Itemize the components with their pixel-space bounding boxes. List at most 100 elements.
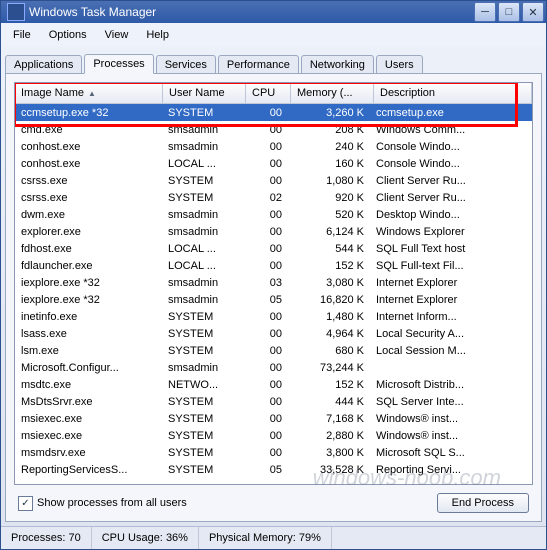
cell-cpu: 00 xyxy=(244,345,288,357)
tab-performance[interactable]: Performance xyxy=(218,55,299,74)
table-row[interactable]: csrss.exeSYSTEM001,080 KClient Server Ru… xyxy=(15,172,532,189)
cell-name: MsDtsSrvr.exe xyxy=(15,396,162,408)
table-row[interactable]: inetinfo.exeSYSTEM001,480 KInternet Info… xyxy=(15,308,532,325)
table-row[interactable]: iexplore.exe *32smsadmin033,080 KInterne… xyxy=(15,274,532,291)
cell-cpu: 00 xyxy=(244,311,288,323)
cell-cpu: 02 xyxy=(244,192,288,204)
cell-cpu: 00 xyxy=(244,141,288,153)
table-row[interactable]: explorer.exesmsadmin006,124 KWindows Exp… xyxy=(15,223,532,240)
cell-mem: 1,480 K xyxy=(288,311,370,323)
tab-services[interactable]: Services xyxy=(156,55,216,74)
table-row[interactable]: fdlauncher.exeLOCAL ...00152 KSQL Full-t… xyxy=(15,257,532,274)
cell-user: smsadmin xyxy=(162,294,244,306)
table-row[interactable]: ccmsetup.exe *32SYSTEM003,260 Kccmsetup.… xyxy=(15,104,532,121)
cell-user: LOCAL ... xyxy=(162,158,244,170)
cell-name: cmd.exe xyxy=(15,124,162,136)
cell-name: Microsoft.Configur... xyxy=(15,362,162,374)
checkbox-label: Show processes from all users xyxy=(37,497,187,509)
maximize-button[interactable]: □ xyxy=(498,2,520,22)
cell-name: iexplore.exe *32 xyxy=(15,277,162,289)
table-row[interactable]: lsass.exeSYSTEM004,964 KLocal Security A… xyxy=(15,325,532,342)
cell-name: msdtc.exe xyxy=(15,379,162,391)
process-list: Image Name▲ User Name CPU Memory (... De… xyxy=(14,82,533,485)
cell-name: fdlauncher.exe xyxy=(15,260,162,272)
table-row[interactable]: fdhost.exeLOCAL ...00544 KSQL Full Text … xyxy=(15,240,532,257)
cell-user: SYSTEM xyxy=(162,447,244,459)
show-all-users-checkbox[interactable]: ✓ Show processes from all users xyxy=(18,496,187,511)
cell-user: smsadmin xyxy=(162,124,244,136)
cell-user: LOCAL ... xyxy=(162,243,244,255)
table-row[interactable]: csrss.exeSYSTEM02920 KClient Server Ru..… xyxy=(15,189,532,206)
cell-cpu: 00 xyxy=(244,379,288,391)
cell-user: LOCAL ... xyxy=(162,260,244,272)
menu-view[interactable]: View xyxy=(97,27,137,43)
task-manager-window: Windows Task Manager ─ □ ✕ File Options … xyxy=(0,0,547,550)
tab-applications[interactable]: Applications xyxy=(5,55,82,74)
close-button[interactable]: ✕ xyxy=(522,2,544,22)
cell-desc: Windows Explorer xyxy=(370,226,532,238)
col-memory[interactable]: Memory (... xyxy=(291,83,374,103)
col-cpu[interactable]: CPU xyxy=(246,83,291,103)
table-row[interactable]: Microsoft.Configur...smsadmin0073,244 K xyxy=(15,359,532,376)
cell-desc: Reporting Servi... xyxy=(370,464,532,476)
menu-options[interactable]: Options xyxy=(41,27,95,43)
cell-user: SYSTEM xyxy=(162,107,244,119)
cell-name: csrss.exe xyxy=(15,175,162,187)
cell-desc: Client Server Ru... xyxy=(370,192,532,204)
table-row[interactable]: MsDtsSrvr.exeSYSTEM00444 KSQL Server Int… xyxy=(15,393,532,410)
cell-cpu: 00 xyxy=(244,413,288,425)
cell-desc: Internet Inform... xyxy=(370,311,532,323)
cell-cpu: 00 xyxy=(244,362,288,374)
col-description[interactable]: Description xyxy=(374,83,532,103)
end-process-button[interactable]: End Process xyxy=(437,493,529,513)
tab-panel: Image Name▲ User Name CPU Memory (... De… xyxy=(5,73,542,522)
cell-user: SYSTEM xyxy=(162,396,244,408)
cell-cpu: 00 xyxy=(244,158,288,170)
cell-cpu: 00 xyxy=(244,243,288,255)
cell-desc: Console Windo... xyxy=(370,141,532,153)
cell-name: msmdsrv.exe xyxy=(15,447,162,459)
table-row[interactable]: msdtc.exeNETWO...00152 KMicrosoft Distri… xyxy=(15,376,532,393)
cell-name: ccmsetup.exe *32 xyxy=(15,107,162,119)
table-row[interactable]: iexplore.exe *32smsadmin0516,820 KIntern… xyxy=(15,291,532,308)
menu-help[interactable]: Help xyxy=(138,27,177,43)
cell-user: SYSTEM xyxy=(162,464,244,476)
tab-networking[interactable]: Networking xyxy=(301,55,374,74)
status-cpu: CPU Usage: 36% xyxy=(92,527,199,549)
statusbar: Processes: 70 CPU Usage: 36% Physical Me… xyxy=(1,526,546,549)
table-row[interactable]: msiexec.exeSYSTEM002,880 KWindows® inst.… xyxy=(15,427,532,444)
cell-user: smsadmin xyxy=(162,277,244,289)
table-row[interactable]: conhost.exesmsadmin00240 KConsole Windo.… xyxy=(15,138,532,155)
col-user-name[interactable]: User Name xyxy=(163,83,246,103)
titlebar[interactable]: Windows Task Manager ─ □ ✕ xyxy=(1,1,546,23)
table-row[interactable]: conhost.exeLOCAL ...00160 KConsole Windo… xyxy=(15,155,532,172)
cell-name: inetinfo.exe xyxy=(15,311,162,323)
cell-user: smsadmin xyxy=(162,362,244,374)
cell-desc: Microsoft Distrib... xyxy=(370,379,532,391)
table-row[interactable]: lsm.exeSYSTEM00680 KLocal Session M... xyxy=(15,342,532,359)
minimize-button[interactable]: ─ xyxy=(474,2,496,22)
tab-users[interactable]: Users xyxy=(376,55,423,74)
cell-user: SYSTEM xyxy=(162,345,244,357)
table-row[interactable]: dwm.exesmsadmin00520 KDesktop Windo... xyxy=(15,206,532,223)
process-list-body[interactable]: ccmsetup.exe *32SYSTEM003,260 Kccmsetup.… xyxy=(15,104,532,484)
menubar: File Options View Help xyxy=(1,23,546,47)
cell-name: dwm.exe xyxy=(15,209,162,221)
table-row[interactable]: ReportingServicesS...SYSTEM0533,528 KRep… xyxy=(15,461,532,478)
cell-name: conhost.exe xyxy=(15,158,162,170)
col-image-name[interactable]: Image Name▲ xyxy=(15,83,163,103)
table-row[interactable]: msiexec.exeSYSTEM007,168 KWindows® inst.… xyxy=(15,410,532,427)
menu-file[interactable]: File xyxy=(5,27,39,43)
window-title: Windows Task Manager xyxy=(29,5,474,19)
cell-mem: 7,168 K xyxy=(288,413,370,425)
cell-cpu: 05 xyxy=(244,464,288,476)
cell-name: csrss.exe xyxy=(15,192,162,204)
table-row[interactable]: cmd.exesmsadmin00208 KWindows Comm... xyxy=(15,121,532,138)
cell-mem: 4,964 K xyxy=(288,328,370,340)
tab-processes[interactable]: Processes xyxy=(84,54,153,74)
app-icon xyxy=(7,3,25,21)
cell-desc: Console Windo... xyxy=(370,158,532,170)
tabstrip: Applications Processes Services Performa… xyxy=(5,51,542,73)
table-row[interactable]: msmdsrv.exeSYSTEM003,800 KMicrosoft SQL … xyxy=(15,444,532,461)
cell-cpu: 03 xyxy=(244,277,288,289)
